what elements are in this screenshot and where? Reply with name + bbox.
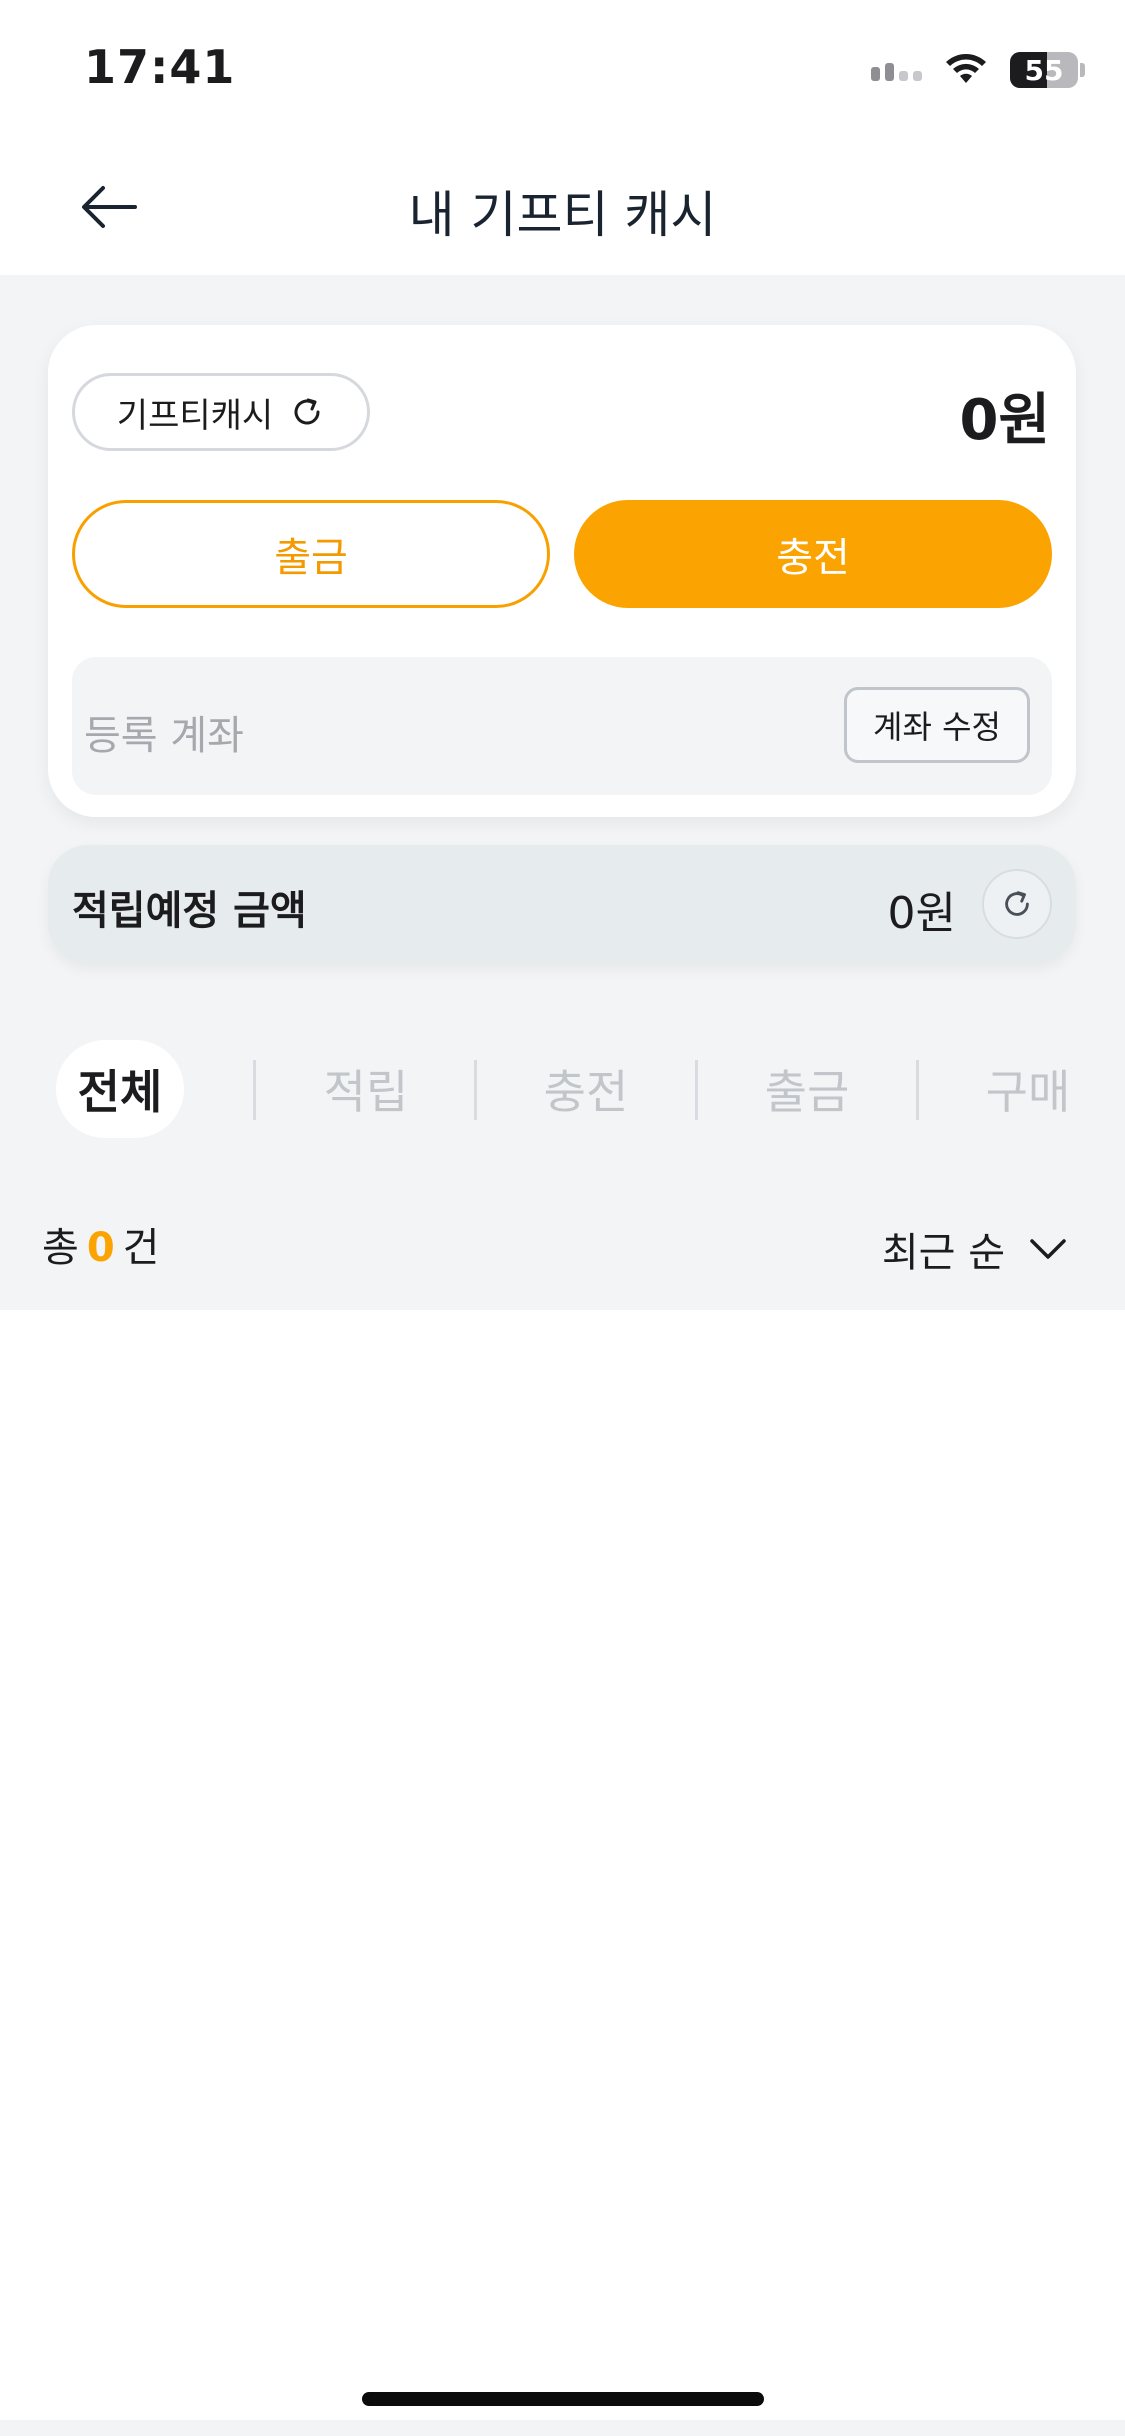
edit-account-button[interactable]: 계좌 수정 (844, 687, 1030, 763)
tab-all[interactable]: 전체 (56, 1040, 184, 1138)
tab-charge[interactable]: 충전 (524, 1040, 648, 1138)
tab-divider (253, 1060, 256, 1120)
withdraw-button[interactable]: 출금 (72, 500, 550, 608)
tab-earned[interactable]: 적립 (304, 1040, 428, 1138)
sort-label: 최근 순 (881, 1230, 1005, 1276)
status-time: 17:41 (84, 40, 236, 94)
registered-account-label: 등록 계좌 (84, 713, 244, 759)
battery-level: 55 (1024, 53, 1064, 87)
transaction-count: 총0건 (42, 1215, 159, 1273)
cash-type-chip[interactable]: 기프티캐시 (72, 373, 370, 451)
sort-dropdown[interactable]: 최근 순 (882, 1220, 1067, 1278)
count-value: 0 (86, 1225, 115, 1271)
chevron-down-icon (1030, 1239, 1066, 1259)
page-title: 내 기프티 캐시 (408, 186, 717, 244)
count-prefix: 총 (42, 1225, 79, 1271)
status-icons: 55 (871, 48, 1085, 92)
wifi-icon (946, 54, 986, 83)
cash-balance-amount: 0원 (959, 388, 1051, 453)
pending-refresh-button[interactable] (982, 869, 1052, 939)
tab-divider (916, 1060, 919, 1120)
bottom-strip (0, 2420, 1125, 2436)
tab-divider (474, 1060, 477, 1120)
cash-type-label: 기프티캐시 (116, 395, 274, 436)
status-bar: 17:41 55 (0, 0, 1125, 140)
tab-purchase[interactable]: 구매 (966, 1040, 1090, 1138)
charge-button[interactable]: 충전 (574, 500, 1052, 608)
app-header: 내 기프티 캐시 (0, 140, 1125, 275)
tab-withdraw[interactable]: 출금 (745, 1040, 869, 1138)
battery-icon: 55 (1010, 52, 1078, 88)
pending-reward-bar: 적립예정 금액 0원 (48, 845, 1076, 963)
filter-tabs: 전체 적립 충전 출금 구매 (0, 1040, 1125, 1140)
refresh-icon (1005, 891, 1029, 916)
cash-balance-card: 기프티캐시 0원 출금 충전 등록 계좌 계좌 수정 (48, 325, 1076, 817)
registered-account-box: 등록 계좌 계좌 수정 (72, 657, 1052, 795)
tab-divider (695, 1060, 698, 1120)
pending-reward-label: 적립예정 금액 (72, 888, 307, 934)
pending-reward-amount: 0원 (887, 888, 956, 939)
count-suffix: 건 (122, 1225, 160, 1271)
home-indicator (362, 2392, 764, 2406)
refresh-icon (294, 398, 320, 425)
cellular-signal-icon (871, 59, 922, 81)
